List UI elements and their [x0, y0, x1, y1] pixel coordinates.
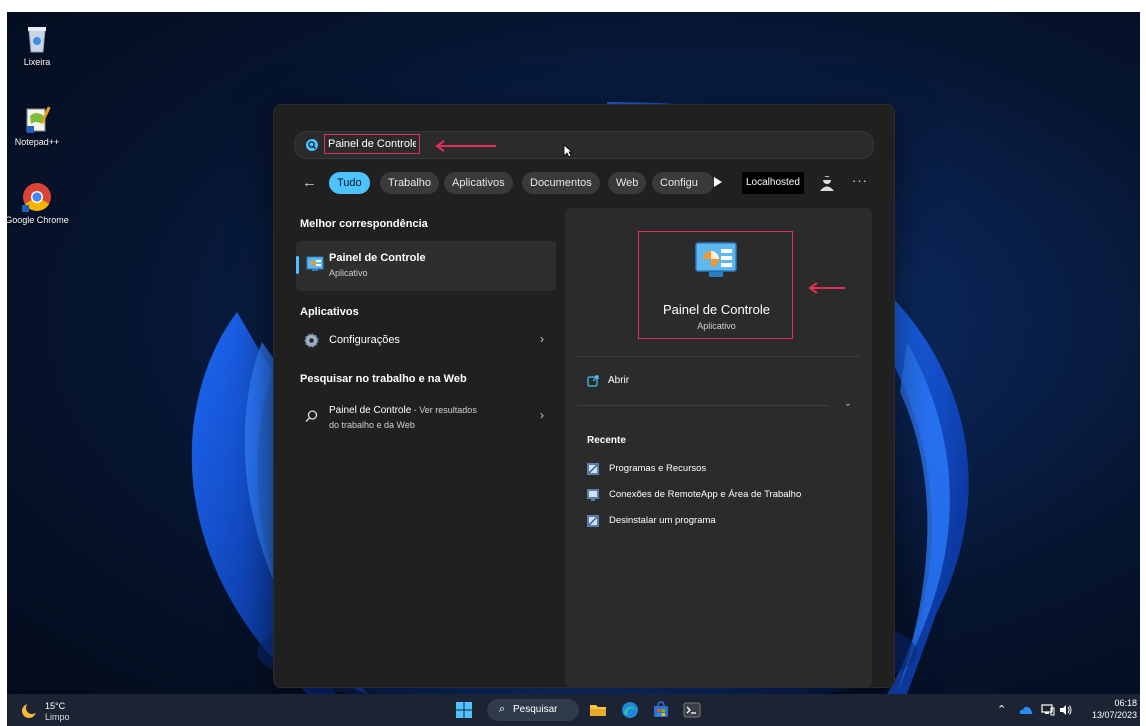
web-search-line2: do trabalho e da Web — [329, 420, 415, 430]
app-name: Painel de Controle — [663, 302, 770, 317]
web-search-label: Painel de Controle - Ver resultados do t… — [329, 403, 477, 433]
search-input[interactable] — [324, 134, 420, 154]
weather-temp: 15°C — [45, 701, 66, 711]
network-icon[interactable] — [1041, 703, 1055, 717]
uninstall-program-icon — [587, 515, 599, 527]
search-panel: ← Tudo Trabalho Aplicativos Documentos W… — [273, 104, 895, 688]
filter-configuracoes[interactable]: Configu — [652, 172, 714, 194]
chevron-up-icon[interactable]: ⌃ — [997, 703, 1006, 716]
user-avatar-icon[interactable] — [817, 173, 837, 193]
desktop-icon-notepadpp[interactable]: Notepad++ — [7, 104, 72, 147]
crescent-moon-icon — [22, 703, 37, 718]
recent-heading: Recente — [587, 435, 626, 446]
file-explorer-icon[interactable] — [589, 701, 607, 719]
desktop-icon-label: Google Chrome — [7, 215, 69, 225]
desktop-icon-recycle-bin[interactable]: Lixeira — [7, 24, 72, 67]
scroll-filters-right-icon[interactable] — [714, 177, 722, 187]
back-arrow-icon[interactable]: ← — [302, 174, 317, 191]
volume-icon[interactable] — [1059, 703, 1073, 717]
chevron-right-icon[interactable]: › — [540, 408, 544, 422]
web-search-item[interactable]: Painel de Controle - Ver resultados do t… — [296, 399, 556, 433]
open-external-icon — [587, 375, 599, 387]
chrome-icon — [22, 182, 52, 212]
annotation-arrow-left-icon — [808, 282, 845, 294]
clock-time: 06:18 — [1114, 698, 1137, 708]
apps-heading: Aplicativos — [300, 306, 359, 318]
chevron-right-icon[interactable]: › — [540, 332, 544, 346]
screen-border-left — [0, 0, 7, 726]
terminal-icon[interactable] — [683, 701, 701, 719]
screen-border-right — [1140, 0, 1146, 726]
screen-border-top — [0, 0, 1146, 12]
control-panel-icon — [695, 242, 737, 277]
filter-trabalho[interactable]: Trabalho — [380, 172, 440, 194]
clock-date: 13/07/2023 — [1091, 710, 1137, 720]
taskbar: 15°C Limpo ⌕ Pesquisar ⌃ 06:18 13/07/202… — [7, 694, 1140, 726]
best-match-item[interactable]: Painel de Controle Aplicativo — [296, 241, 556, 291]
filter-documentos[interactable]: Documentos — [522, 172, 600, 194]
edge-browser-icon[interactable] — [621, 701, 639, 719]
mouse-cursor-icon — [563, 144, 573, 158]
details-pane: Painel de Controle Aplicativo Abrir ⌄ Re… — [565, 208, 872, 687]
recent-label: Desinstalar um programa — [609, 515, 716, 526]
desktop-icon-label: Lixeira — [23, 57, 51, 67]
divider — [577, 405, 829, 406]
search-icon — [306, 139, 318, 151]
web-search-suffix: - Ver resultados — [411, 405, 477, 415]
best-match-heading: Melhor correspondência — [300, 218, 428, 230]
remoteapp-icon — [587, 489, 599, 501]
programs-features-icon — [587, 463, 599, 475]
web-heading: Pesquisar no trabalho e na Web — [300, 373, 467, 385]
taskbar-search[interactable]: ⌕ Pesquisar — [487, 699, 579, 721]
filter-bar: ← Tudo Trabalho Aplicativos Documentos W… — [296, 171, 876, 195]
search-icon: ⌕ — [499, 703, 506, 715]
filter-aplicativos[interactable]: Aplicativos — [444, 172, 513, 194]
weather-widget[interactable]: 15°C Limpo — [21, 700, 81, 722]
windows-start-icon[interactable] — [455, 701, 473, 719]
chevron-down-icon[interactable]: ⌄ — [844, 398, 852, 409]
divider — [577, 356, 860, 357]
control-panel-icon — [306, 256, 324, 271]
search-bar[interactable] — [294, 131, 874, 159]
desktop-icon-chrome[interactable]: Google Chrome — [7, 182, 72, 225]
notepad-plus-plus-icon — [22, 104, 52, 134]
result-item-configuracoes[interactable]: Configurações › — [296, 327, 556, 353]
best-match-type: Aplicativo — [329, 268, 368, 278]
weather-condition: Limpo — [45, 712, 70, 722]
web-search-query: Painel de Controle — [329, 405, 412, 416]
best-match-name: Painel de Controle — [329, 252, 426, 264]
recent-label: Programas e Recursos — [609, 463, 707, 474]
app-hero[interactable]: Painel de Controle Aplicativo — [638, 231, 793, 339]
result-label: Configurações — [329, 334, 400, 346]
recycle-bin-icon — [22, 24, 52, 54]
more-options-icon[interactable]: ··· — [852, 173, 868, 188]
search-icon — [305, 410, 318, 422]
taskbar-search-label: Pesquisar — [513, 704, 558, 715]
app-type: Aplicativo — [697, 321, 736, 331]
desktop-icon-label: Notepad++ — [14, 137, 60, 147]
selection-indicator — [296, 256, 299, 274]
annotation-arrow-left-icon — [435, 140, 496, 152]
filter-tudo[interactable]: Tudo — [329, 172, 370, 194]
account-name[interactable]: Localhosted — [742, 172, 804, 194]
system-clock[interactable]: 06:18 13/07/2023 — [1092, 697, 1137, 721]
onedrive-cloud-icon[interactable] — [1019, 703, 1033, 717]
recent-label: Conexões de RemoteApp e Área de Trabalho — [609, 489, 802, 500]
settings-gear-icon — [304, 333, 319, 348]
microsoft-store-icon[interactable] — [652, 701, 670, 719]
filter-web[interactable]: Web — [608, 172, 647, 194]
open-label: Abrir — [608, 375, 630, 386]
